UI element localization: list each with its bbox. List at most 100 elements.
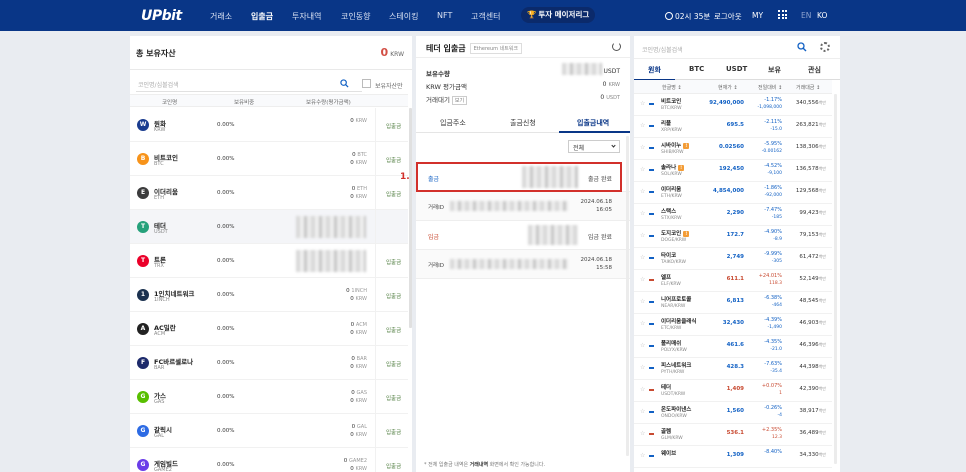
market-row[interactable]: ☆ 솔라나! SOL/KRW 192,450 -4.52% -9,100 136,578백만 xyxy=(634,160,832,182)
favorite-star-icon[interactable]: ☆ xyxy=(640,210,645,217)
market-row[interactable]: ☆ 엘프 ELF/KRW 611.1 +24.01% 118.3 52,149백만 xyxy=(634,270,832,292)
favorite-star-icon[interactable]: ☆ xyxy=(640,166,645,173)
favorite-star-icon[interactable]: ☆ xyxy=(640,342,645,349)
tab-withdraw-request[interactable]: 출금신청 xyxy=(510,118,536,128)
history-link[interactable]: 거래내역 xyxy=(470,462,488,468)
asset-row[interactable]: G 가스 GAS 0.00% 0 GAS 0 KRW 입출금 xyxy=(130,380,408,414)
active-tab-underline xyxy=(559,131,630,133)
asset-row[interactable]: W 원화 KRW 0.00% 0 KRW 입출금 xyxy=(130,108,408,142)
deposit-withdraw-link[interactable]: 입출금 xyxy=(386,190,401,198)
scrollbar[interactable] xyxy=(626,136,629,456)
col-name-sort[interactable]: 한글명 ↕ xyxy=(662,84,682,91)
market-row[interactable]: ☆ 온도파이낸스 ONDO/KRW 1,560 -0.26% -4 38,917백만 xyxy=(634,402,832,424)
favorite-star-icon[interactable]: ☆ xyxy=(640,298,645,305)
owned-only-checkbox[interactable] xyxy=(362,79,371,88)
tab-usdt[interactable]: USDT xyxy=(726,65,747,73)
market-row[interactable]: ☆ 타이코 TAIKO/KRW 2,749 -9.99% -305 61,472백만 xyxy=(634,248,832,270)
favorite-star-icon[interactable]: ☆ xyxy=(640,452,645,459)
asset-row[interactable]: A AC밀란 ACM 0.00% 0 ACM 0 KRW 입출금 xyxy=(130,312,408,346)
favorite-star-icon[interactable]: ☆ xyxy=(640,386,645,393)
deposit-withdraw-link[interactable]: 입출금 xyxy=(386,326,401,334)
scrollbar[interactable] xyxy=(409,108,412,328)
investment-league-badge[interactable]: 🏆 투자 메이저리그 xyxy=(521,7,596,23)
favorite-star-icon[interactable]: ☆ xyxy=(640,408,645,415)
asset-row[interactable]: T 테더 USDT 0.00% xyxy=(130,210,408,244)
pending-view-button[interactable]: 보기 xyxy=(451,96,468,105)
deposit-withdraw-link[interactable]: 입출금 xyxy=(386,462,401,470)
scrollbar[interactable] xyxy=(834,94,837,464)
market-row[interactable]: ☆ 시바이누! SHIB/KRW 0.02560 -5.95% -0.00162 138,3… xyxy=(634,138,832,160)
lang-en[interactable]: EN xyxy=(801,11,811,20)
lang-ko[interactable]: KO xyxy=(817,11,827,20)
asset-row[interactable]: G 게임빌드 GAME2 0.00% 0 GAME2 0 KRW 입출금 xyxy=(130,448,408,472)
favorite-star-icon[interactable]: ☆ xyxy=(640,188,645,195)
market-search-input[interactable]: 코인명/심볼검색 xyxy=(640,40,808,56)
txid-redacted[interactable] xyxy=(450,201,568,211)
asset-row[interactable]: F FC바르셀로나 BAR 0.00% 0 BAR 0 KRW 입출금 xyxy=(130,346,408,380)
txid-redacted[interactable] xyxy=(450,259,568,269)
col-change-sort[interactable]: 전일대비 ↕ xyxy=(758,84,782,91)
tab-btc[interactable]: BTC xyxy=(689,65,704,73)
upbit-logo[interactable]: UPbit xyxy=(141,8,182,24)
favorite-star-icon[interactable]: ☆ xyxy=(640,122,645,129)
tab-owned[interactable]: 보유 xyxy=(768,65,781,75)
favorite-star-icon[interactable]: ☆ xyxy=(640,232,645,239)
favorite-star-icon[interactable]: ☆ xyxy=(640,364,645,371)
market-row[interactable]: ☆ 도지코인! DOGE/KRW 172.7 -4.90% -8.9 79,153백만 xyxy=(634,226,832,248)
my-link[interactable]: MY xyxy=(752,11,763,20)
history-filter-select[interactable]: 전체 xyxy=(568,140,620,153)
market-row[interactable]: ☆ 비트코인 BTC/KRW 92,490,000 -1.17% -1,098,000 34… xyxy=(634,94,832,116)
nav-deposit-withdraw[interactable]: 입출금 xyxy=(251,11,273,22)
asset-row[interactable]: 1 1인치네트워크 1INCH 0.00% 0 1INCH 0 KRW 입출금 xyxy=(130,278,408,312)
deposit-withdraw-link[interactable]: 입출금 xyxy=(386,292,401,300)
refresh-icon[interactable] xyxy=(612,42,621,51)
nav-nft[interactable]: NFT xyxy=(437,11,452,20)
deposit-withdraw-link[interactable]: 입출금 xyxy=(386,258,401,266)
favorite-star-icon[interactable]: ☆ xyxy=(640,430,645,437)
apps-grid-icon[interactable] xyxy=(778,10,787,19)
deposit-withdraw-link[interactable]: 입출금 xyxy=(386,122,401,130)
market-row[interactable]: ☆ 니어프로토콜 NEAR/KRW 6,813 -6.38% -464 48,545백만 xyxy=(634,292,832,314)
market-row[interactable]: ☆ 테더 USDT/KRW 1,409 +0.07% 1 42,390백만 xyxy=(634,380,832,402)
nav-investments[interactable]: 투자내역 xyxy=(292,11,321,22)
history-row-deposit[interactable]: 입금 입금 완료 xyxy=(416,221,630,250)
nav-customer-center[interactable]: 고객센터 xyxy=(471,11,500,22)
logout-link[interactable]: 로그아웃 xyxy=(714,11,742,22)
market-row[interactable]: ☆ 폴리매쉬 POLYX/KRW 461.6 -4.35% -21.0 46,396백만 xyxy=(634,336,832,358)
nav-staking[interactable]: 스테이킹 xyxy=(389,11,418,22)
asset-row[interactable]: T 트론 TRX 0.00% 입출금 xyxy=(130,244,408,278)
market-row[interactable]: ☆ 스택스 STX/KRW 2,290 -7.47% -185 99,423백만 xyxy=(634,204,832,226)
favorite-star-icon[interactable]: ☆ xyxy=(640,276,645,283)
col-price-sort[interactable]: 현재가 ↕ xyxy=(718,84,738,91)
asset-row[interactable]: B 비트코인 BTC 0.00% 0 BTC 0 KRW 입출금 xyxy=(130,142,408,176)
asset-row[interactable]: E 이더리움 ETH 0.00% 0 ETH 0 KRW 입출금 xyxy=(130,176,408,210)
market-row[interactable]: ☆ 이더리움 ETH/KRW 4,854,000 -1.86% -92,000 129,56… xyxy=(634,182,832,204)
tab-deposit-address[interactable]: 입금주소 xyxy=(440,118,466,128)
search-icon[interactable] xyxy=(340,79,349,88)
market-row[interactable]: ☆ 골렘 GLM/KRW 536.1 +2.35% 12.3 36,489백만 xyxy=(634,424,832,446)
favorite-star-icon[interactable]: ☆ xyxy=(640,144,645,151)
tab-krw[interactable]: 원화 xyxy=(648,65,661,75)
session-timer[interactable]: 02시 35분 xyxy=(665,11,710,22)
asset-search-input[interactable]: 코인명/심볼검색 xyxy=(136,76,362,92)
nav-coin-trends[interactable]: 코인동향 xyxy=(341,11,370,22)
col-volume-sort[interactable]: 거래대금 ↕ xyxy=(796,84,820,91)
asset-row[interactable]: G 갈릭시 GAL 0.00% 0 GAL 0 KRW 입출금 xyxy=(130,414,408,448)
deposit-withdraw-link[interactable]: 입출금 xyxy=(386,394,401,402)
nav-exchange[interactable]: 거래소 xyxy=(210,11,232,22)
market-row[interactable]: ☆ 리플 XRP/KRW 695.5 -2.11% -15.0 263,821백만 xyxy=(634,116,832,138)
deposit-withdraw-link[interactable]: 입출금 xyxy=(386,360,401,368)
deposit-withdraw-link[interactable]: 입출금 xyxy=(386,428,401,436)
favorite-star-icon[interactable]: ☆ xyxy=(640,100,645,107)
market-row[interactable]: ☆ 피스네트워크 PYTH/KRW 428.3 -7.63% -35.4 44,398백만 xyxy=(634,358,832,380)
favorite-star-icon[interactable]: ☆ xyxy=(640,254,645,261)
market-row[interactable]: ☆ 웨이브 1,309 -8.40% 34,330백만 xyxy=(634,446,832,468)
tab-transfer-history[interactable]: 입출금내역 xyxy=(577,118,609,128)
gear-icon[interactable] xyxy=(820,42,830,52)
market-row[interactable]: ☆ 이더리움클래식 ETC/KRW 32,430 -4.39% -1,490 46,903백… xyxy=(634,314,832,336)
search-icon[interactable] xyxy=(797,42,807,52)
deposit-withdraw-link[interactable]: 입출금 xyxy=(386,156,401,164)
favorite-star-icon[interactable]: ☆ xyxy=(640,320,645,327)
tab-favorites[interactable]: 관심 xyxy=(808,65,821,75)
total-assets-value: 0 KRW xyxy=(380,46,404,59)
